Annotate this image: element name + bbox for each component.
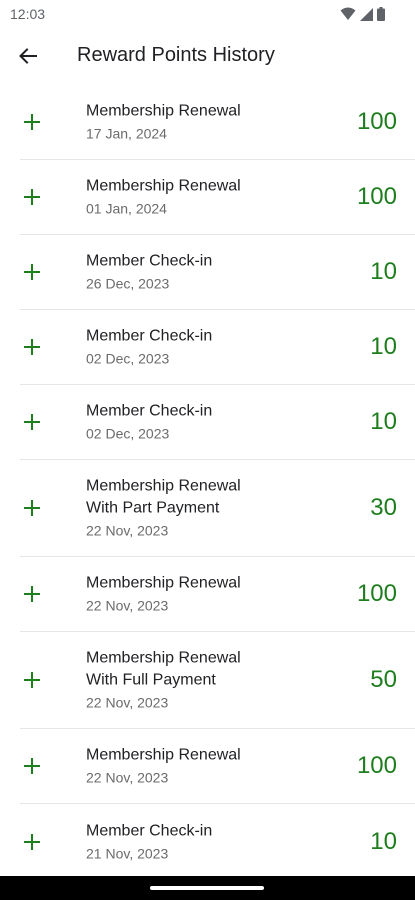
transaction-title: Membership Renewal With Full Payment xyxy=(86,649,241,689)
transaction-date: 22 Nov, 2023 xyxy=(86,769,169,786)
battery-icon xyxy=(377,7,385,21)
transaction-date: 02 Dec, 2023 xyxy=(86,350,170,367)
transaction-points: 100 xyxy=(356,108,397,135)
cellular-signal-icon xyxy=(360,7,373,21)
list-item[interactable]: Membership Renewal 17 Jan, 2024 100 xyxy=(20,85,415,160)
list-item[interactable]: Membership Renewal 01 Jan, 2024 100 xyxy=(20,160,415,235)
list-item[interactable]: Member Check-in 21 Nov, 2023 10 xyxy=(20,804,415,879)
transaction-title: Membership Renewal xyxy=(86,746,241,764)
transaction-points: 10 xyxy=(370,258,397,285)
transaction-date: 22 Nov, 2023 xyxy=(86,522,169,539)
status-icons xyxy=(340,6,385,22)
transaction-title: Member Check-in xyxy=(86,822,213,839)
plus-icon xyxy=(24,586,40,602)
transaction-points: 10 xyxy=(370,408,397,435)
transaction-title: Member Check-in xyxy=(86,252,213,270)
transaction-date: 17 Jan, 2024 xyxy=(86,125,167,142)
app-bar: Reward Points History xyxy=(0,28,415,86)
status-bar: 12:03 xyxy=(0,0,415,28)
wifi-icon xyxy=(340,7,356,20)
page-title: Reward Points History xyxy=(77,44,275,66)
transaction-points: 30 xyxy=(370,494,397,521)
transaction-points: 10 xyxy=(370,827,397,855)
plus-icon xyxy=(24,264,40,280)
transaction-title: Member Check-in xyxy=(86,402,213,420)
plus-icon xyxy=(24,833,40,850)
transaction-date: 01 Jan, 2024 xyxy=(86,200,167,217)
navigation-bar xyxy=(0,876,415,900)
status-time: 12:03 xyxy=(10,6,46,22)
list-item[interactable]: Membership Renewal With Part Payment 22 … xyxy=(20,460,415,557)
transaction-points: 10 xyxy=(370,333,397,360)
transaction-title: Membership Renewal xyxy=(86,177,241,195)
back-button[interactable] xyxy=(10,38,46,74)
list-item[interactable]: Membership Renewal 22 Nov, 2023 100 xyxy=(20,557,415,632)
plus-icon xyxy=(24,414,40,430)
list-item[interactable]: Membership Renewal 22 Nov, 2023 100 xyxy=(20,729,415,804)
plus-icon xyxy=(24,339,40,355)
arrow-left-icon xyxy=(19,48,37,64)
transaction-date: 22 Nov, 2023 xyxy=(86,694,169,711)
transaction-title: Membership Renewal With Part Payment xyxy=(86,477,241,517)
reward-points-list: Membership Renewal 17 Jan, 2024 100 Memb… xyxy=(0,85,415,879)
list-item[interactable]: Membership Renewal With Full Payment 22 … xyxy=(20,632,415,729)
transaction-points: 100 xyxy=(356,752,397,779)
transaction-title: Member Check-in xyxy=(86,327,213,345)
plus-icon xyxy=(24,189,40,205)
plus-icon xyxy=(24,672,40,688)
list-item[interactable]: Member Check-in 26 Dec, 2023 10 xyxy=(20,235,415,310)
transaction-date: 26 Dec, 2023 xyxy=(86,275,170,292)
transaction-points: 100 xyxy=(356,183,397,210)
transaction-date: 22 Nov, 2023 xyxy=(86,597,169,614)
transaction-date: 02 Dec, 2023 xyxy=(86,425,170,442)
transaction-points: 50 xyxy=(370,666,397,693)
plus-icon xyxy=(24,114,40,130)
list-item[interactable]: Member Check-in 02 Dec, 2023 10 xyxy=(20,310,415,385)
plus-icon xyxy=(24,500,40,516)
plus-icon xyxy=(24,758,40,774)
home-gesture-handle[interactable] xyxy=(150,886,264,890)
transaction-title: Membership Renewal xyxy=(86,574,241,592)
transaction-date: 21 Nov, 2023 xyxy=(86,845,169,861)
list-item[interactable]: Member Check-in 02 Dec, 2023 10 xyxy=(20,385,415,460)
transaction-title: Membership Renewal xyxy=(86,102,241,120)
transaction-points: 100 xyxy=(356,580,397,607)
